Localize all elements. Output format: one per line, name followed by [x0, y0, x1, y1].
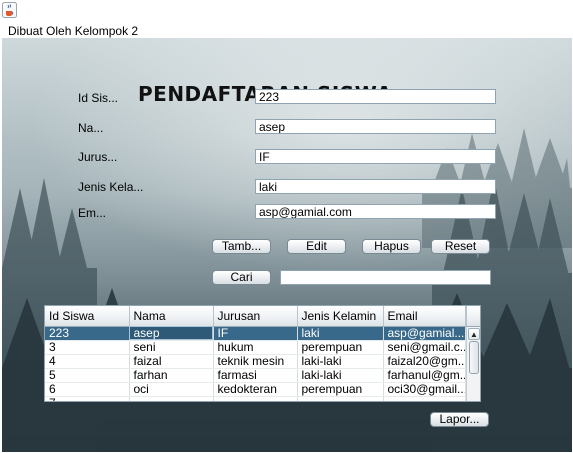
table-cell[interactable]	[213, 396, 298, 401]
email-label: Em...	[78, 206, 107, 220]
edit-button[interactable]: Edit	[287, 239, 346, 254]
table-cell[interactable]: 223	[45, 326, 130, 341]
table-row[interactable]: 4 faizal teknik mesin laki-laki faizal20…	[45, 354, 466, 369]
table-cell[interactable]: seni@gmail.c...	[383, 340, 466, 355]
table-vertical-scrollbar[interactable]: ▲	[466, 327, 480, 401]
table-cell[interactable]: perempuan	[297, 340, 384, 355]
email-field[interactable]	[255, 204, 496, 219]
table-cell[interactable]: faizal	[129, 354, 214, 369]
table-cell[interactable]: 4	[45, 354, 130, 369]
hapus-button[interactable]: Hapus	[362, 239, 421, 254]
table-cell[interactable]: farhanul@gm...	[383, 368, 466, 383]
student-table-grid: Id Siswa Nama Jurusan Jenis Kelamin Emai…	[45, 306, 466, 401]
column-header-nama[interactable]: Nama	[129, 306, 214, 327]
jenis-kelamin-label: Jenis Kela...	[78, 180, 144, 194]
column-header-id-siswa[interactable]: Id Siswa	[45, 306, 130, 327]
reset-button[interactable]: Reset	[431, 239, 490, 254]
table-cell[interactable]	[297, 396, 384, 401]
column-header-jenis-kelamin[interactable]: Jenis Kelamin	[297, 306, 384, 327]
table-row-selected[interactable]: 223 asep IF laki asp@gamial....	[45, 326, 466, 341]
nama-label: Na...	[78, 121, 104, 135]
table-row[interactable]: 3 seni hukum perempuan seni@gmail.c...	[45, 340, 466, 355]
table-cell[interactable]: 3	[45, 340, 130, 355]
table-cell-focused[interactable]: asep	[129, 326, 214, 341]
window-title: Dibuat Oleh Kelompok 2	[8, 24, 139, 38]
jurusan-field[interactable]	[255, 149, 496, 164]
table-row[interactable]: 6 oci kedokteran perempuan oci30@gmail..…	[45, 382, 466, 397]
column-header-email[interactable]: Email	[383, 306, 466, 327]
nama-field[interactable]	[255, 119, 496, 134]
table-cell[interactable]: 7	[45, 396, 130, 401]
id-siswa-field[interactable]	[255, 89, 496, 104]
title-bar	[0, 0, 573, 21]
tambah-button[interactable]: Tamb...	[212, 239, 271, 254]
table-row[interactable]: 7	[45, 396, 466, 401]
column-header-jurusan[interactable]: Jurusan	[213, 306, 298, 327]
table-header-row: Id Siswa Nama Jurusan Jenis Kelamin Emai…	[45, 306, 466, 327]
table-cell[interactable]: farmasi	[213, 368, 298, 383]
cari-button[interactable]: Cari	[212, 270, 271, 285]
scrollbar-thumb[interactable]	[469, 341, 479, 374]
table-cell[interactable]: 5	[45, 368, 130, 383]
table-cell[interactable]: laki-laki	[297, 354, 384, 369]
table-cell[interactable]	[129, 396, 214, 401]
table-cell[interactable]: hukum	[213, 340, 298, 355]
table-cell[interactable]: asp@gamial....	[383, 326, 466, 341]
search-input[interactable]	[280, 270, 491, 285]
table-cell[interactable]: farhan	[129, 368, 214, 383]
table-header-corner	[466, 306, 480, 327]
scroll-up-arrow-icon[interactable]: ▲	[468, 328, 480, 340]
laporan-button[interactable]: Lapor...	[430, 412, 489, 427]
table-cell[interactable]	[383, 396, 466, 401]
form-panel: PENDAFTARAN SISWA Id Sis... Na... Jurus.…	[2, 38, 572, 452]
table-cell[interactable]: 6	[45, 382, 130, 397]
table-cell[interactable]: perempuan	[297, 382, 384, 397]
java-coffee-cup-icon	[2, 2, 17, 18]
table-cell[interactable]: laki-laki	[297, 368, 384, 383]
jurusan-label: Jurus...	[78, 150, 118, 164]
table-cell[interactable]: oci	[129, 382, 214, 397]
id-siswa-label: Id Sis...	[78, 91, 119, 105]
table-cell[interactable]: oci30@gmail....	[383, 382, 466, 397]
table-cell[interactable]: laki	[297, 326, 384, 341]
table-cell[interactable]: teknik mesin	[213, 354, 298, 369]
student-table[interactable]: Id Siswa Nama Jurusan Jenis Kelamin Emai…	[44, 305, 481, 402]
table-cell[interactable]: seni	[129, 340, 214, 355]
table-row[interactable]: 5 farhan farmasi laki-laki farhanul@gm..…	[45, 368, 466, 383]
table-cell[interactable]: faizal20@gm...	[383, 354, 466, 369]
table-cell[interactable]: kedokteran	[213, 382, 298, 397]
table-cell[interactable]: IF	[213, 326, 298, 341]
jenis-kelamin-field[interactable]	[255, 179, 496, 194]
